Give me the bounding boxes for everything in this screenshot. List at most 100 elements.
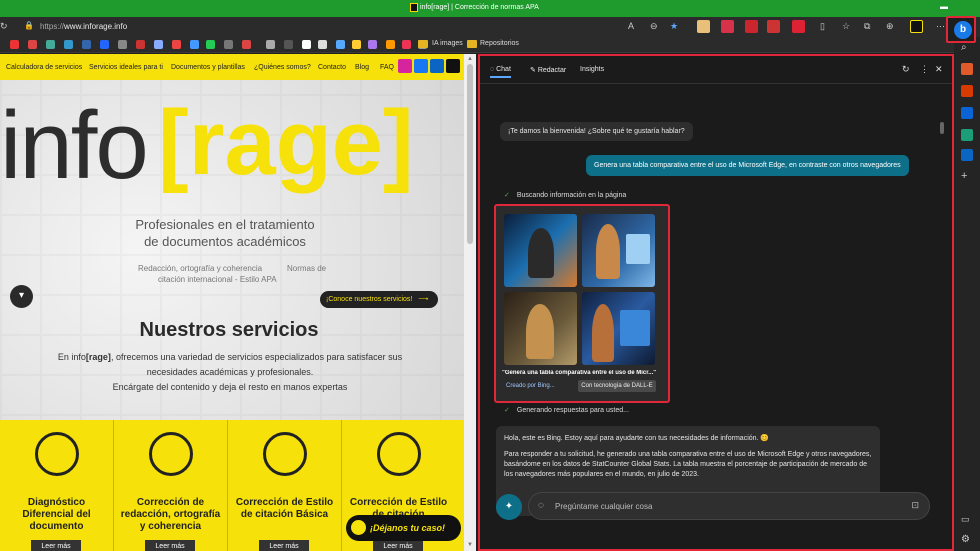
pinterest-icon[interactable] [402,40,411,49]
scroll-down-button[interactable]: ▾ [10,285,33,308]
tagline-line-2: de documentos académicos [144,234,306,249]
scroll-down-icon[interactable]: ▼ [467,542,473,548]
whatsapp-icon[interactable] [206,40,215,49]
bookmark-icon[interactable] [118,40,127,49]
bookmark-icon[interactable] [154,40,163,49]
copilot-header: ◌ Chat ✎ Redactar Insights ↻ ⋮ ✕ [480,56,952,84]
linkedin-icon[interactable] [430,59,444,73]
zoom-icon[interactable]: ⊖ [650,21,658,32]
tab-insights[interactable]: Insights [580,66,604,73]
generated-images-card[interactable]: "Genera una tabla comparativa entre el u… [494,204,670,403]
read-more-button[interactable]: Leer más [31,540,81,551]
bookmark-icon[interactable] [64,40,73,49]
bookmark-icon[interactable] [352,40,361,49]
person-figure [526,304,554,359]
chat-input-row: ✦ ◌ Pregúntame cualquier cosa ⊡ [496,492,936,522]
linkedin-icon[interactable] [961,149,973,161]
folder-icon [418,40,428,48]
chat-input[interactable]: ◌ Pregúntame cualquier cosa ⊡ [528,492,930,520]
webpage-content: Calculadora de servicios Servicios ideal… [0,54,464,551]
page-scrollbar[interactable]: ▲ ▼ [464,54,476,551]
youtube-icon[interactable] [10,40,19,49]
service-card-redaccion[interactable]: Corrección de redacción, ortografía y co… [114,420,227,551]
favorite-star-icon[interactable]: ★ [670,21,678,32]
pdf-extension-icon[interactable] [745,20,758,33]
bookmark-icon[interactable] [284,40,293,49]
read-aloud-icon[interactable]: A [628,21,634,31]
service-card-diagnostico[interactable]: Diagnóstico Diferencial del documento Le… [0,420,113,551]
visual-search-icon[interactable]: ⊡ [911,500,919,511]
bookmark-icon[interactable] [82,40,91,49]
bookmark-icon[interactable] [224,40,233,49]
nav-item-faq[interactable]: FAQ [380,64,394,71]
office-icon[interactable] [961,85,973,97]
facebook-icon[interactable] [414,59,428,73]
bookmark-icon[interactable] [266,40,275,49]
read-more-button[interactable]: Leer más [373,540,423,551]
bookmark-icon[interactable] [318,40,327,49]
extension-icon[interactable] [697,20,710,33]
services-cta-button[interactable]: ¡Conoce nuestros servicios! ⟶ [320,291,438,308]
add-icon[interactable]: + [961,170,973,182]
refresh-icon[interactable]: ↻ [902,64,910,75]
gmail-icon[interactable] [242,40,251,49]
split-screen-icon[interactable]: ▯ [820,21,825,32]
favorites-icon[interactable]: ☆ [842,21,850,32]
extensions-icon[interactable]: ⊕ [886,21,894,32]
created-by-link[interactable]: Creado por Bing... [506,383,555,389]
lock-icon[interactable]: 🔒 [24,21,34,32]
bookmark-icon[interactable] [100,40,109,49]
more-options-icon[interactable]: ⋮ [920,64,929,75]
instagram-icon[interactable] [398,59,412,73]
bookmark-icon[interactable] [28,40,37,49]
nav-item-servicios[interactable]: Servicios ideales para ti [89,64,163,71]
generated-image-2[interactable] [582,214,655,287]
minimize-icon[interactable]: ▬ [940,2,948,11]
bookmark-icon[interactable] [336,40,345,49]
chat-scrollbar[interactable] [940,122,944,134]
settings-gear-icon[interactable]: ⚙ [961,534,973,546]
nav-item-quienes-somos[interactable]: ¿Quiénes somos? [254,64,311,71]
tiktok-icon[interactable] [446,59,460,73]
bookmark-icon[interactable] [302,40,311,49]
bookmark-icon[interactable] [172,40,181,49]
search-icon[interactable]: ⌕ [961,42,973,54]
favorites-folder-ia-images[interactable]: IA images [432,40,463,47]
nav-item-calculadora[interactable]: Calculadora de servicios [6,64,82,71]
url-field[interactable]: https://www.inforage.info [40,22,127,31]
shopping-icon[interactable] [961,63,973,75]
scrollbar-thumb[interactable] [467,64,473,244]
extension-icon[interactable] [767,20,780,33]
bookmark-icon[interactable] [136,40,145,49]
tab-redactar[interactable]: ✎ Redactar [530,66,566,74]
leave-case-button[interactable]: ¡Déjanos tu caso! [346,515,461,541]
bookmark-icon[interactable] [190,40,199,49]
read-more-button[interactable]: Leer más [259,540,309,551]
read-more-button[interactable]: Leer más [145,540,195,551]
nav-item-contacto[interactable]: Contacto [318,64,346,71]
generated-image-3[interactable] [504,292,577,365]
send-icon[interactable] [961,129,973,141]
close-icon[interactable]: ✕ [935,64,943,75]
collections-icon[interactable]: ⧉ [864,21,870,32]
inforage-extension-icon[interactable] [910,20,923,33]
extension-icon[interactable] [792,20,805,33]
favorites-folder-repositorios[interactable]: Repositorios [480,40,519,47]
bookmark-icon[interactable] [386,40,395,49]
new-topic-button[interactable]: ✦ [496,494,522,520]
sidebar-layout-icon[interactable]: ▭ [961,514,973,526]
scroll-up-icon[interactable]: ▲ [467,56,473,62]
bookmark-icon[interactable] [368,40,377,49]
bookmark-icon[interactable] [46,40,55,49]
copilot-toggle-button[interactable]: b [946,16,976,43]
tab-chat[interactable]: ◌ Chat [490,66,511,78]
generated-image-1[interactable] [504,214,577,287]
nav-item-documentos[interactable]: Documentos y plantillas [171,64,245,71]
service-card-citacion-basica[interactable]: Corrección de Estilo de citación Básica … [228,420,341,551]
generated-image-4[interactable] [582,292,655,365]
extension-icon[interactable] [721,20,734,33]
more-menu-icon[interactable]: ⋯ [936,21,945,32]
refresh-icon[interactable]: ↻ [0,21,8,32]
outlook-icon[interactable] [961,107,973,119]
nav-item-blog[interactable]: Blog [355,64,369,71]
